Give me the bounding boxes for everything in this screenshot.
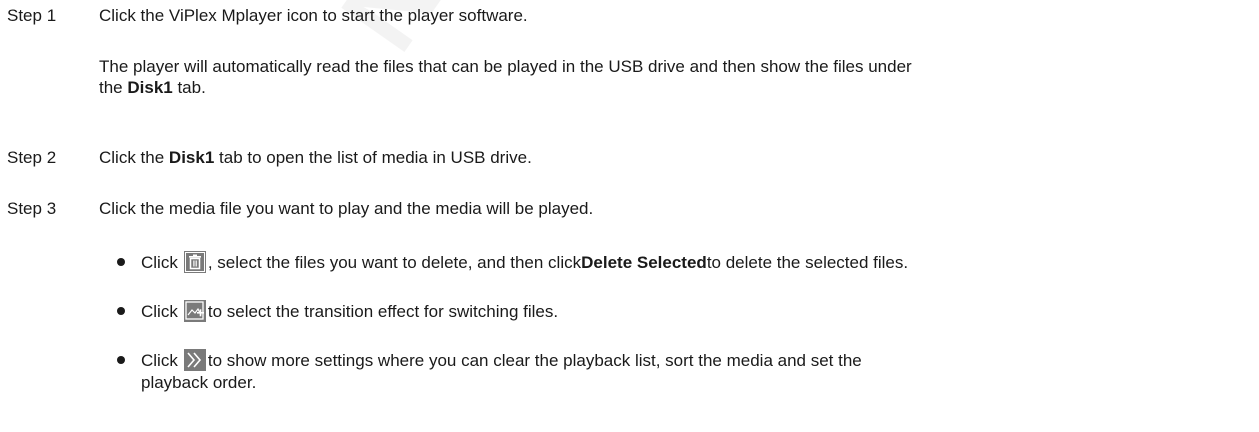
note-text: tab. (172, 78, 206, 97)
double-chevron-right-icon (183, 349, 206, 371)
step-1-note-line-2: the Disk1 tab. (99, 77, 1249, 98)
step-3-text: Click the media file you want to play an… (99, 199, 594, 218)
bullet-dot (117, 307, 125, 315)
bullet-more-settings-text-line-2: playback order. (141, 373, 257, 392)
step-2-label: Step 2 (7, 148, 57, 167)
bullet-click-text: Click (141, 301, 178, 321)
trash-icon (183, 251, 206, 273)
disk1-tab-reference: Disk1 (127, 78, 173, 97)
note-text: the (99, 78, 128, 97)
bullet-delete-text-pre: , select the files you want to delete, a… (207, 252, 582, 272)
bullet-more-settings-text-line-1: to show more settings where you can clea… (207, 350, 862, 370)
bullet-dot (117, 258, 125, 266)
bullet-click-text: Click (141, 252, 178, 272)
bullet-transition: Click to select the transition effect fo… (117, 300, 558, 322)
step-1-note-line-1: The player will automatically read the f… (99, 57, 912, 76)
transition-effect-icon (183, 300, 206, 322)
bullet-more-settings: Click to show more settings where you ca… (117, 349, 862, 371)
bullet-delete-text-post: to delete the selected files. (706, 252, 909, 272)
step-1-note: The player will automatically read the f… (99, 56, 1249, 98)
bullet-delete: Click , select the files you want to del… (117, 251, 908, 273)
bullet-click-text: Click (141, 350, 178, 370)
delete-selected-reference: Delete Selected (581, 252, 707, 272)
step-2-text: Click the Disk1 tab to open the list of … (99, 147, 532, 168)
step-2-text-pre: Click the (99, 148, 169, 167)
step-1-text: Click the ViPlex Mplayer icon to start t… (99, 6, 528, 25)
step-1-label: Step 1 (7, 6, 57, 25)
step-2-text-post: tab to open the list of media in USB dri… (214, 148, 532, 167)
disk1-tab-reference: Disk1 (168, 148, 215, 167)
bullet-dot (117, 356, 125, 364)
step-3-label: Step 3 (7, 199, 57, 218)
bullet-transition-text: to select the transition effect for swit… (207, 301, 559, 321)
